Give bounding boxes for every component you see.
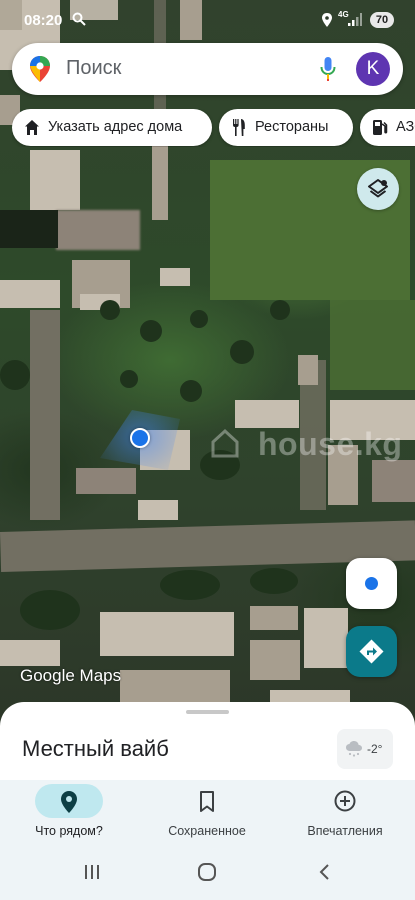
my-location-icon — [365, 577, 378, 590]
chip-set-home-address[interactable]: Указать адрес дома — [12, 109, 212, 146]
directions-button[interactable] — [346, 626, 397, 677]
map-tree — [250, 568, 298, 594]
nav-contribute[interactable]: Впечатления — [276, 780, 414, 846]
map-tree — [180, 380, 202, 402]
map-building — [250, 606, 298, 630]
map-tree — [120, 370, 138, 388]
map-tree — [160, 570, 220, 600]
map-field — [330, 300, 415, 390]
chip-label: Рестораны — [255, 119, 329, 135]
system-navigation-bar — [0, 846, 415, 900]
map-building — [0, 640, 60, 666]
add-circle-icon — [334, 790, 356, 812]
map-building — [138, 500, 178, 520]
microphone-icon[interactable] — [320, 57, 336, 81]
map-building — [152, 140, 168, 220]
current-location-dot — [130, 428, 150, 448]
search-icon — [72, 12, 86, 26]
layers-icon — [368, 179, 388, 198]
back-icon[interactable] — [315, 862, 335, 882]
map-building — [298, 355, 318, 385]
google-maps-attribution: Google Maps — [20, 666, 122, 685]
chip-restaurants[interactable]: Рестораны — [219, 109, 353, 146]
google-maps-pin-icon — [30, 56, 50, 82]
search-bar[interactable]: Поиск K — [12, 43, 403, 95]
map-tree — [100, 300, 120, 320]
signal-icon — [348, 13, 362, 26]
fork-knife-icon — [233, 119, 245, 136]
bookmark-icon — [200, 791, 214, 812]
location-icon — [322, 13, 332, 27]
map-building — [372, 460, 415, 502]
cloud-snow-icon — [346, 741, 362, 757]
map-building — [235, 400, 299, 428]
map-building — [30, 150, 80, 210]
bottom-navigation: Что рядом? Сохраненное Впечатления — [0, 780, 415, 846]
sheet-title: Местный вайб — [22, 736, 169, 761]
recent-apps-icon[interactable] — [82, 862, 102, 882]
gas-station-icon — [373, 120, 388, 135]
map-building — [76, 468, 136, 494]
battery-indicator: 70 — [370, 12, 394, 28]
nav-label: Впечатления — [307, 824, 383, 838]
map-building — [56, 210, 140, 250]
map-building — [0, 280, 60, 308]
map-building — [120, 670, 230, 706]
home-icon — [25, 120, 39, 135]
chip-gas-stations[interactable]: АЗС — [360, 109, 415, 146]
map-tree — [140, 320, 162, 342]
location-pin-icon — [61, 791, 77, 813]
map-building — [160, 268, 190, 286]
map-watermark: house.kg — [258, 426, 403, 462]
map-road — [30, 310, 60, 520]
map-building — [304, 608, 348, 668]
category-chips: Указать адрес дома Рестораны АЗС — [12, 109, 415, 147]
nav-saved[interactable]: Сохраненное — [138, 780, 276, 846]
home-button-icon[interactable] — [197, 862, 217, 882]
map-tree — [0, 360, 30, 390]
sheet-drag-handle[interactable] — [186, 710, 229, 714]
search-input[interactable]: Поиск — [66, 57, 121, 80]
chip-label: Указать адрес дома — [48, 119, 183, 135]
directions-icon — [359, 639, 384, 664]
map-shadow — [0, 210, 58, 248]
nav-explore[interactable]: Что рядом? — [0, 780, 138, 846]
map-tree — [230, 340, 254, 364]
weather-badge[interactable]: -2° — [337, 729, 393, 769]
map-layers-button[interactable] — [357, 168, 399, 210]
chip-label: АЗС — [396, 119, 415, 135]
status-time: 08:20 — [24, 12, 63, 29]
map-tree — [190, 310, 208, 328]
nav-label: Сохраненное — [168, 824, 246, 838]
status-bar: 08:20 4G 70 — [0, 0, 415, 40]
account-avatar[interactable]: K — [356, 52, 390, 86]
map-tree — [270, 300, 290, 320]
map-tree — [20, 590, 80, 630]
watermark-house-icon — [211, 428, 239, 458]
map-building — [250, 640, 300, 680]
nav-label: Что рядом? — [35, 824, 103, 838]
map-building — [100, 612, 234, 656]
weather-temperature: -2° — [367, 742, 383, 756]
my-location-button[interactable] — [346, 558, 397, 609]
